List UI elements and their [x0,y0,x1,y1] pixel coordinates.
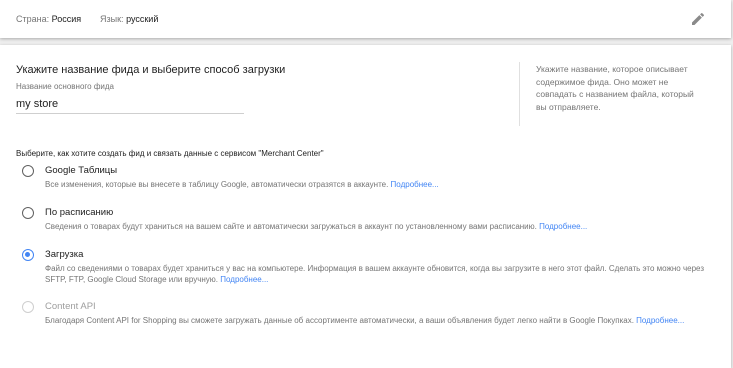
country-value: Россия [51,14,82,24]
language-value: русский [126,14,159,24]
radio-upload[interactable] [22,249,34,261]
learn-more-link[interactable]: Подробнее... [391,180,439,189]
radio-scheduled[interactable] [22,207,34,219]
option-title: По расписанию [45,207,114,218]
radio-google-sheets[interactable] [22,165,34,177]
option-title: Загрузка [45,249,84,260]
section-title: Укажите название фида и выберите способ … [16,64,286,76]
divider [519,62,520,126]
feed-setup-card: Укажите название фида и выберите способ … [0,45,731,368]
option-description: Сведения о товарах будут храниться на ва… [45,222,588,231]
language-setting: Язык: русский [100,14,158,24]
option-description: Все изменения, которые вы внесете в табл… [45,180,439,189]
country-setting: Страна: Россия [16,14,81,24]
feed-name-hint: Укажите название, которое описывает соде… [536,64,694,112]
edit-button[interactable] [690,11,706,27]
option-description: Благодаря Content API for Shopping вы см… [45,316,685,325]
language-label: Язык: [100,14,124,24]
country-label: Страна: [16,14,50,24]
option-title: Content API [45,301,96,312]
learn-more-link[interactable]: Подробнее... [636,316,684,325]
feed-name-input[interactable] [16,95,244,114]
learn-more-link[interactable]: Подробнее... [220,275,268,284]
option-description: Файл со сведениями о товарах будет храни… [45,264,704,284]
feed-name-label: Название основного фида [16,82,114,91]
method-prompt: Выберите, как хотите создать фид и связа… [16,149,324,158]
settings-summary-card: Страна: Россия Язык: русский [0,0,731,38]
option-title: Google Таблицы [45,165,118,176]
learn-more-link[interactable]: Подробнее... [539,222,587,231]
radio-content-api [22,301,34,313]
pencil-icon [692,12,705,25]
